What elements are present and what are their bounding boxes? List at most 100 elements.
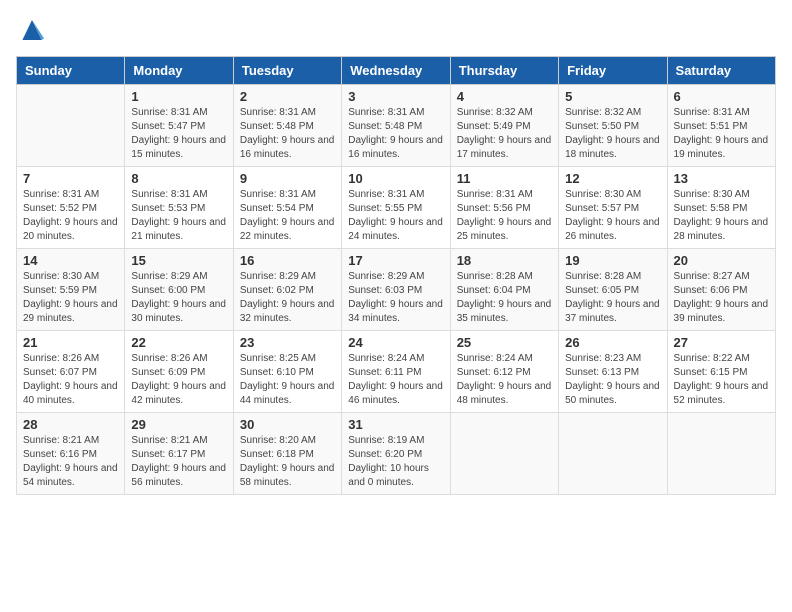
- calendar-week-row: 21 Sunrise: 8:26 AMSunset: 6:07 PMDayligh…: [17, 331, 776, 413]
- day-number: 4: [457, 89, 552, 104]
- day-detail: Sunrise: 8:24 AMSunset: 6:11 PMDaylight:…: [348, 352, 443, 408]
- day-number: 21: [23, 335, 118, 350]
- day-number: 17: [348, 253, 443, 268]
- day-detail: Sunrise: 8:24 AMSunset: 6:12 PMDaylight:…: [457, 352, 552, 408]
- day-detail: Sunrise: 8:29 AMSunset: 6:02 PMDaylight:…: [240, 270, 335, 326]
- calendar-cell: 16Sunrise: 8:29 AMSunset: 6:02 PMDayligh…: [233, 249, 341, 331]
- day-number: 28: [23, 417, 118, 432]
- day-detail: Sunrise: 8:31 AMSunset: 5:54 PMDaylight:…: [240, 188, 335, 244]
- weekday-header-thursday: Thursday: [450, 57, 558, 85]
- calendar-cell: 11Sunrise: 8:31 AMSunset: 5:56 PMDayligh…: [450, 167, 558, 249]
- logo: [16, 16, 52, 44]
- calendar-cell: 26 Sunrise: 8:23 AMSunset: 6:13 PMDayligh…: [559, 331, 667, 413]
- calendar-week-row: 28 Sunrise: 8:21 AMSunset: 6:16 PMDayligh…: [17, 413, 776, 495]
- day-detail: Sunrise: 8:29 AMSunset: 6:03 PMDaylight:…: [348, 270, 443, 326]
- day-detail: Sunrise: 8:32 AMSunset: 5:50 PMDaylight:…: [565, 106, 660, 162]
- day-detail: Sunrise: 8:31 AMSunset: 5:48 PMDaylight:…: [348, 106, 443, 162]
- calendar-cell: 10 Sunrise: 8:31 AMSunset: 5:55 PMDayligh…: [342, 167, 450, 249]
- day-detail: Sunrise: 8:29 AMSunset: 6:00 PMDaylight:…: [131, 270, 226, 326]
- calendar-cell: 15Sunrise: 8:29 AMSunset: 6:00 PMDayligh…: [125, 249, 233, 331]
- calendar-cell: 1Sunrise: 8:31 AMSunset: 5:47 PMDaylight…: [125, 85, 233, 167]
- weekday-header-saturday: Saturday: [667, 57, 775, 85]
- day-detail: Sunrise: 8:31 AMSunset: 5:51 PMDaylight:…: [674, 106, 769, 162]
- calendar-cell: [17, 85, 125, 167]
- day-detail: Sunrise: 8:19 AMSunset: 6:20 PMDaylight:…: [348, 434, 443, 490]
- day-detail: Sunrise: 8:31 AMSunset: 5:56 PMDaylight:…: [457, 188, 552, 244]
- day-detail: Sunrise: 8:31 AMSunset: 5:55 PMDaylight:…: [348, 188, 443, 244]
- calendar-cell: 5Sunrise: 8:32 AMSunset: 5:50 PMDaylight…: [559, 85, 667, 167]
- calendar-cell: 6 Sunrise: 8:31 AMSunset: 5:51 PMDaylight…: [667, 85, 775, 167]
- day-detail: Sunrise: 8:32 AMSunset: 5:49 PMDaylight:…: [457, 106, 552, 162]
- day-number: 7: [23, 171, 118, 186]
- calendar-cell: 28 Sunrise: 8:21 AMSunset: 6:16 PMDayligh…: [17, 413, 125, 495]
- day-number: 8: [131, 171, 226, 186]
- day-detail: Sunrise: 8:22 AMSunset: 6:15 PMDaylight:…: [674, 352, 769, 408]
- calendar-cell: [559, 413, 667, 495]
- day-detail: Sunrise: 8:27 AMSunset: 6:06 PMDaylight:…: [674, 270, 769, 326]
- calendar-cell: 29Sunrise: 8:21 AMSunset: 6:17 PMDayligh…: [125, 413, 233, 495]
- calendar-week-row: 14 Sunrise: 8:30 AMSunset: 5:59 PMDayligh…: [17, 249, 776, 331]
- day-number: 24: [348, 335, 443, 350]
- day-detail: Sunrise: 8:31 AMSunset: 5:47 PMDaylight:…: [131, 106, 226, 162]
- calendar-cell: 2Sunrise: 8:31 AMSunset: 5:48 PMDaylight…: [233, 85, 341, 167]
- day-detail: Sunrise: 8:26 AMSunset: 6:07 PMDaylight:…: [23, 352, 118, 408]
- calendar-cell: 23 Sunrise: 8:25 AMSunset: 6:10 PMDayligh…: [233, 331, 341, 413]
- day-number: 13: [674, 171, 769, 186]
- calendar-cell: 7 Sunrise: 8:31 AMSunset: 5:52 PMDaylight…: [17, 167, 125, 249]
- day-number: 20: [674, 253, 769, 268]
- day-number: 23: [240, 335, 335, 350]
- calendar-cell: 25 Sunrise: 8:24 AMSunset: 6:12 PMDayligh…: [450, 331, 558, 413]
- day-number: 3: [348, 89, 443, 104]
- logo-icon: [16, 16, 48, 44]
- day-detail: Sunrise: 8:30 AMSunset: 5:58 PMDaylight:…: [674, 188, 769, 244]
- calendar-cell: 27 Sunrise: 8:22 AMSunset: 6:15 PMDayligh…: [667, 331, 775, 413]
- day-detail: Sunrise: 8:30 AMSunset: 5:57 PMDaylight:…: [565, 188, 660, 244]
- day-detail: Sunrise: 8:28 AMSunset: 6:05 PMDaylight:…: [565, 270, 660, 326]
- calendar-cell: 20 Sunrise: 8:27 AMSunset: 6:06 PMDayligh…: [667, 249, 775, 331]
- calendar-table: SundayMondayTuesdayWednesdayThursdayFrid…: [16, 56, 776, 495]
- day-number: 26: [565, 335, 660, 350]
- day-number: 31: [348, 417, 443, 432]
- weekday-header-wednesday: Wednesday: [342, 57, 450, 85]
- calendar-cell: 19 Sunrise: 8:28 AMSunset: 6:05 PMDayligh…: [559, 249, 667, 331]
- day-number: 19: [565, 253, 660, 268]
- weekday-header-monday: Monday: [125, 57, 233, 85]
- calendar-cell: 4 Sunrise: 8:32 AMSunset: 5:49 PMDaylight…: [450, 85, 558, 167]
- day-detail: Sunrise: 8:26 AMSunset: 6:09 PMDaylight:…: [131, 352, 226, 408]
- calendar-cell: 14 Sunrise: 8:30 AMSunset: 5:59 PMDayligh…: [17, 249, 125, 331]
- calendar-cell: 18 Sunrise: 8:28 AMSunset: 6:04 PMDayligh…: [450, 249, 558, 331]
- calendar-cell: 8Sunrise: 8:31 AMSunset: 5:53 PMDaylight…: [125, 167, 233, 249]
- day-number: 27: [674, 335, 769, 350]
- header: [16, 16, 776, 44]
- calendar-week-row: 7 Sunrise: 8:31 AMSunset: 5:52 PMDaylight…: [17, 167, 776, 249]
- calendar-week-row: 1Sunrise: 8:31 AMSunset: 5:47 PMDaylight…: [17, 85, 776, 167]
- day-number: 29: [131, 417, 226, 432]
- day-number: 18: [457, 253, 552, 268]
- page-container: SundayMondayTuesdayWednesdayThursdayFrid…: [16, 16, 776, 495]
- day-detail: Sunrise: 8:28 AMSunset: 6:04 PMDaylight:…: [457, 270, 552, 326]
- calendar-cell: 9Sunrise: 8:31 AMSunset: 5:54 PMDaylight…: [233, 167, 341, 249]
- day-detail: Sunrise: 8:25 AMSunset: 6:10 PMDaylight:…: [240, 352, 335, 408]
- day-number: 6: [674, 89, 769, 104]
- calendar-cell: 12 Sunrise: 8:30 AMSunset: 5:57 PMDayligh…: [559, 167, 667, 249]
- calendar-cell: 21 Sunrise: 8:26 AMSunset: 6:07 PMDayligh…: [17, 331, 125, 413]
- day-number: 14: [23, 253, 118, 268]
- day-detail: Sunrise: 8:21 AMSunset: 6:16 PMDaylight:…: [23, 434, 118, 490]
- day-detail: Sunrise: 8:30 AMSunset: 5:59 PMDaylight:…: [23, 270, 118, 326]
- weekday-header-friday: Friday: [559, 57, 667, 85]
- day-number: 22: [131, 335, 226, 350]
- calendar-cell: 30Sunrise: 8:20 AMSunset: 6:18 PMDayligh…: [233, 413, 341, 495]
- day-detail: Sunrise: 8:31 AMSunset: 5:52 PMDaylight:…: [23, 188, 118, 244]
- calendar-cell: 3 Sunrise: 8:31 AMSunset: 5:48 PMDaylight…: [342, 85, 450, 167]
- calendar-cell: 22 Sunrise: 8:26 AMSunset: 6:09 PMDayligh…: [125, 331, 233, 413]
- day-detail: Sunrise: 8:31 AMSunset: 5:48 PMDaylight:…: [240, 106, 335, 162]
- weekday-header-sunday: Sunday: [17, 57, 125, 85]
- calendar-cell: [667, 413, 775, 495]
- calendar-cell: 17 Sunrise: 8:29 AMSunset: 6:03 PMDayligh…: [342, 249, 450, 331]
- day-detail: Sunrise: 8:23 AMSunset: 6:13 PMDaylight:…: [565, 352, 660, 408]
- calendar-cell: [450, 413, 558, 495]
- weekday-header-row: SundayMondayTuesdayWednesdayThursdayFrid…: [17, 57, 776, 85]
- day-number: 25: [457, 335, 552, 350]
- day-number: 10: [348, 171, 443, 186]
- day-number: 12: [565, 171, 660, 186]
